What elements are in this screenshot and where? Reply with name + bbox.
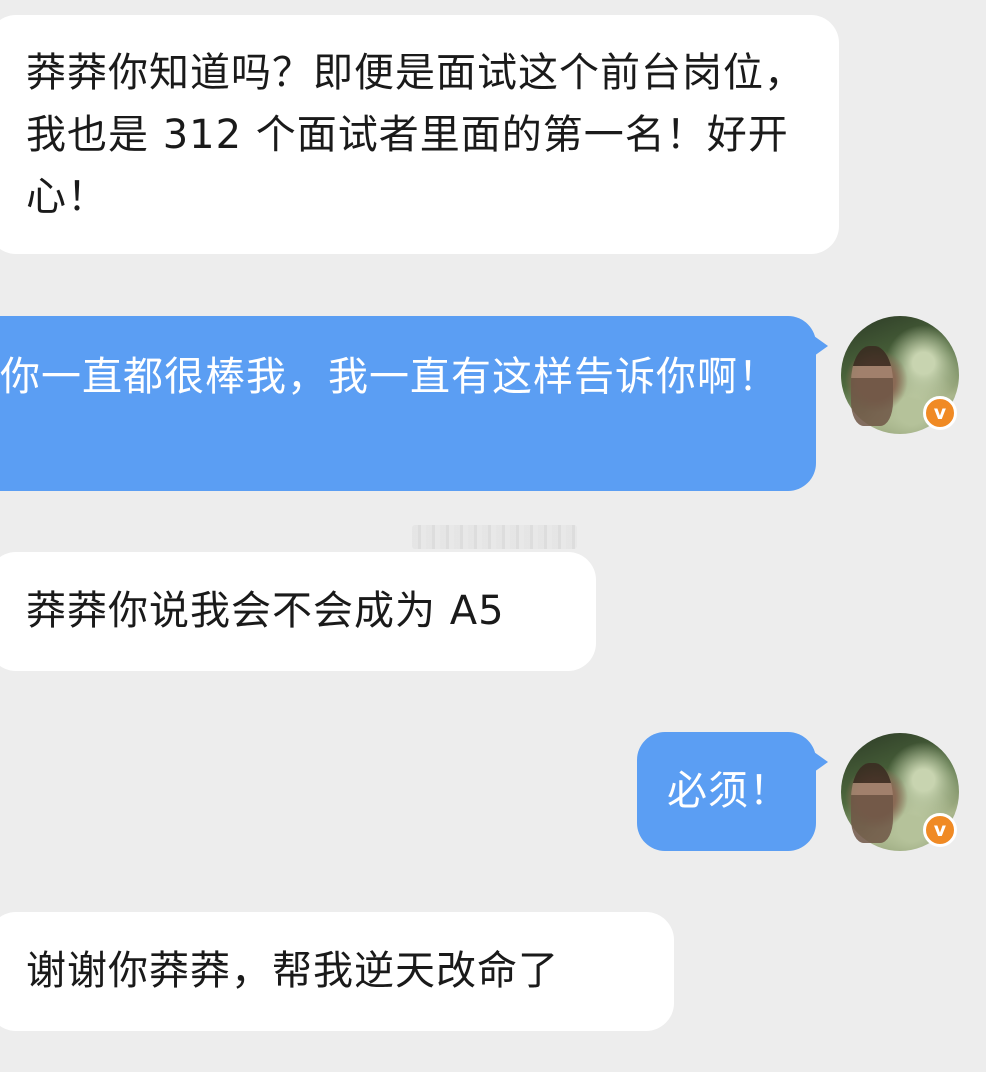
user-avatar[interactable]: v	[841, 316, 959, 434]
outgoing-message-bubble[interactable]: 必须！	[637, 732, 828, 851]
verified-badge-icon: v	[923, 813, 957, 847]
message-text: 莽莽你知道吗？即便是面试这个前台岗位，我也是 312 个面试者里面的第一名！好开…	[26, 50, 805, 220]
message-text: 必须！	[667, 768, 790, 814]
verified-badge-icon: v	[923, 396, 957, 430]
message-text: 谢谢你莽莽，帮我逆天改命了	[26, 948, 559, 994]
user-avatar[interactable]: v	[841, 733, 959, 851]
avatar-figure	[851, 346, 893, 426]
outgoing-message-bubble[interactable]: 你一直都很棒我，我一直有这样告诉你啊！	[0, 316, 828, 491]
message-text: 莽莽你说我会不会成为 A5	[26, 588, 505, 634]
incoming-message-bubble[interactable]: 莽莽你知道吗？即便是面试这个前台岗位，我也是 312 个面试者里面的第一名！好开…	[0, 15, 839, 254]
avatar-figure	[851, 763, 893, 843]
bubble-tail	[814, 752, 828, 772]
message-text: 你一直都很棒我，我一直有这样告诉你啊！	[0, 354, 779, 400]
redacted-timestamp	[412, 525, 577, 549]
incoming-message-bubble[interactable]: 谢谢你莽莽，帮我逆天改命了	[0, 912, 674, 1031]
incoming-message-bubble[interactable]: 莽莽你说我会不会成为 A5	[0, 552, 596, 671]
bubble-tail	[814, 336, 828, 356]
